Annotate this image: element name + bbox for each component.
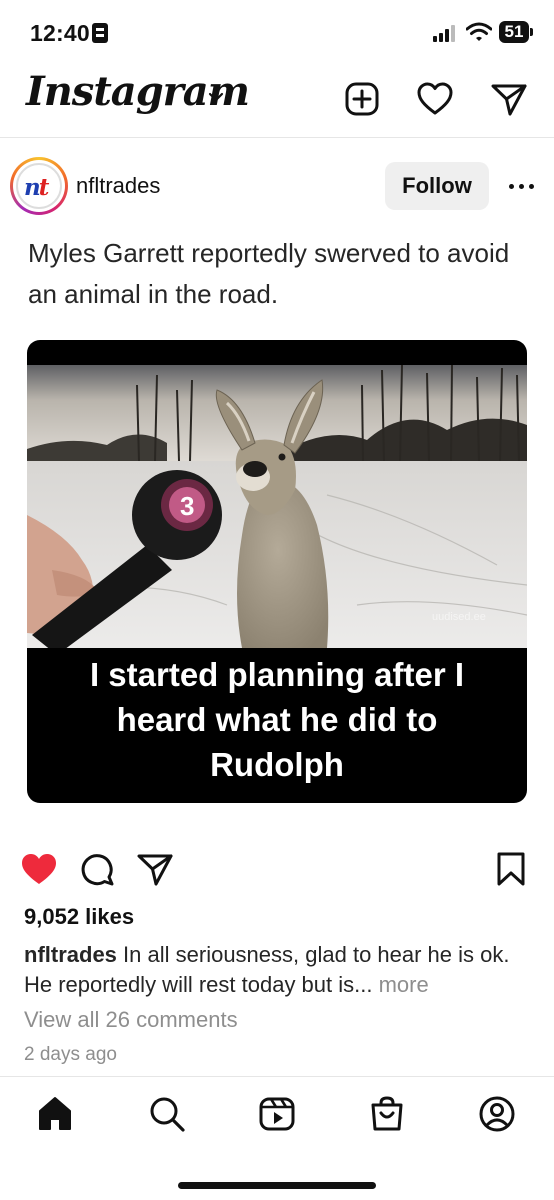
follow-button[interactable]: Follow [385,162,489,210]
profile-icon[interactable] [478,1095,516,1133]
meme-caption: I started planning after I heard what he… [27,652,527,787]
caption-username[interactable]: nfltrades [24,942,117,967]
post-username[interactable]: nfltrades [76,173,160,199]
avatar[interactable]: nt [10,157,68,215]
share-icon[interactable] [136,850,174,888]
view-comments-link[interactable]: View all 26 comments [24,1007,238,1033]
new-post-icon[interactable] [343,80,381,118]
signal-icon [433,24,457,42]
search-icon[interactable] [148,1095,186,1133]
app-header: Instagram [0,62,554,138]
post-timestamp: 2 days ago [24,1044,117,1065]
chevron-down-icon[interactable] [206,90,226,104]
heart-icon[interactable] [416,80,454,118]
meme-caption-line: heard what he did to [116,701,438,738]
post-image[interactable]: 3 uudised.ee I started planning after I … [27,340,527,803]
wifi-icon [466,22,492,41]
status-bar: 12:40 51 [0,0,554,62]
meme-caption-line: Rudolph [210,746,344,783]
post-caption: nfltrades In all seriousness, glad to he… [24,940,534,1000]
shop-icon[interactable] [368,1095,406,1133]
mic-label: 3 [180,491,194,521]
battery-icon: 51 [499,21,533,43]
sim-icon [92,23,108,43]
comment-icon[interactable] [78,850,116,888]
bottom-nav [0,1076,554,1200]
status-time: 12:40 [30,20,90,46]
deer-interview-photo: 3 [27,365,527,648]
caption-more-link[interactable]: more [379,972,429,997]
image-watermark: uudised.ee [432,611,486,623]
direct-message-icon[interactable] [490,80,528,118]
reels-icon[interactable] [258,1095,296,1133]
like-count[interactable]: 9,052 likes [24,904,134,930]
post-text: Myles Garrett reportedly swerved to avoi… [28,238,510,309]
post-header: nt nfltrades Follow [0,140,554,232]
bookmark-icon[interactable] [492,850,530,888]
nfltrades-logo-icon: nt [24,174,49,201]
home-indicator [178,1182,376,1189]
meme-caption-line: I started planning after I [89,656,465,693]
more-options-icon[interactable] [509,184,535,190]
like-icon[interactable] [20,850,58,888]
home-icon[interactable] [36,1095,74,1133]
